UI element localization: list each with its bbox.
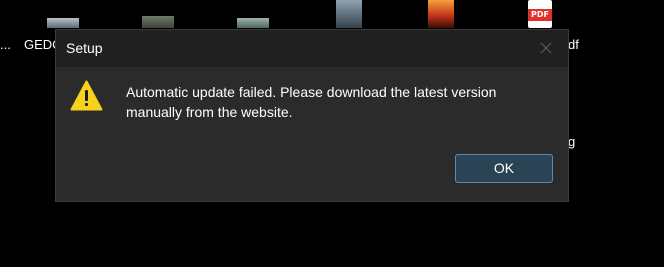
pdf-badge: PDF (528, 9, 552, 21)
desktop-icon-thumbnail[interactable] (142, 16, 174, 28)
dialog-message: Automatic update failed. Please download… (126, 84, 497, 120)
desktop-icon-thumbnail[interactable] (237, 18, 269, 28)
desktop-icon-thumbnail[interactable] (428, 0, 454, 28)
desktop-icon-thumbnail[interactable] (47, 18, 79, 28)
ok-button[interactable]: OK (455, 154, 553, 183)
close-button[interactable] (524, 30, 568, 67)
desktop-icon-thumbnail[interactable] (336, 0, 362, 28)
desktop-icon-label[interactable]: g (568, 134, 575, 149)
setup-dialog: Setup Automatic update failed. Please do… (56, 30, 568, 201)
warning-icon (70, 80, 103, 111)
close-icon (540, 42, 552, 54)
dialog-titlebar[interactable]: Setup (56, 30, 568, 67)
desktop: PDF ... GEDC df g Setup Automatic update… (0, 0, 664, 267)
desktop-icon-label[interactable]: ... (0, 37, 11, 52)
dialog-title: Setup (66, 40, 103, 56)
desktop-icon-label[interactable]: df (568, 37, 579, 52)
